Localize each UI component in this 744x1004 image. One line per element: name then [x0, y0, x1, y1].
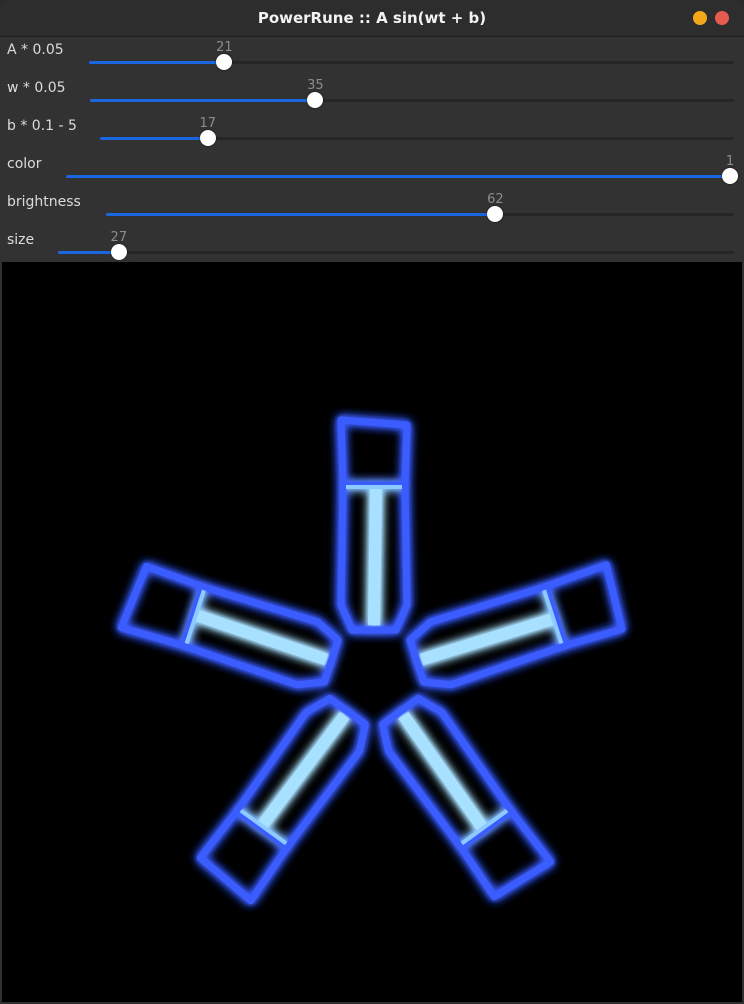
app-window: PowerRune :: A sin(wt + b) A * 0.05 21 w… — [0, 0, 744, 1004]
rune-blade-right — [407, 565, 627, 693]
slider-thumb[interactable] — [110, 244, 127, 260]
window-title: PowerRune :: A sin(wt + b) — [257, 9, 487, 27]
slider-value: 62 — [487, 192, 504, 207]
slider-row-brightness: brightness 62 — [0, 189, 744, 227]
slider-fill — [66, 175, 730, 178]
titlebar[interactable]: PowerRune :: A sin(wt + b) — [0, 0, 744, 37]
slider-thumb[interactable] — [199, 130, 216, 146]
rune-blade-left — [121, 565, 341, 693]
slider-value: 27 — [110, 230, 128, 245]
slider-row-color: color 1 — [0, 151, 744, 189]
minimize-button[interactable] — [693, 11, 707, 25]
slider-label: w * 0.05 — [7, 80, 66, 96]
slider-track[interactable]: 1 — [66, 154, 738, 184]
slider-row-amplitude: A * 0.05 21 — [0, 37, 744, 75]
slider-label: size — [7, 232, 35, 248]
slider-thumb[interactable] — [216, 54, 233, 70]
slider-label: brightness — [7, 194, 81, 210]
slider-panel: A * 0.05 21 w * 0.05 35 b * 0.1 - 5 17 c… — [0, 37, 744, 262]
slider-label: color — [7, 156, 42, 172]
rune-blade-bottom-left — [197, 692, 374, 901]
rune-blade-top — [341, 420, 407, 630]
slider-value: 1 — [725, 154, 735, 169]
close-button[interactable] — [715, 11, 729, 25]
rune-canvas[interactable] — [2, 262, 742, 1002]
power-rune-drawing — [2, 262, 742, 1002]
slider-track[interactable]: 17 — [100, 116, 734, 146]
slider-fill — [89, 61, 225, 64]
slider-track[interactable]: 27 — [58, 230, 734, 260]
slider-thumb[interactable] — [722, 168, 738, 184]
rune-blade-bottom-right — [374, 692, 551, 901]
slider-thumb[interactable] — [307, 92, 324, 108]
slider-fill — [90, 99, 316, 102]
slider-track[interactable]: 62 — [106, 192, 734, 222]
slider-row-size: size 27 — [0, 227, 744, 265]
slider-value: 17 — [199, 116, 217, 131]
slider-row-frequency: w * 0.05 35 — [0, 75, 744, 113]
slider-fill — [100, 137, 208, 140]
slider-label: A * 0.05 — [7, 42, 64, 58]
slider-fill — [106, 213, 496, 216]
slider-track[interactable]: 21 — [89, 40, 734, 70]
slider-label: b * 0.1 - 5 — [7, 118, 77, 134]
slider-value: 35 — [307, 78, 324, 93]
slider-track[interactable]: 35 — [90, 78, 734, 108]
slider-row-phase: b * 0.1 - 5 17 — [0, 113, 744, 151]
slider-fill — [58, 251, 119, 254]
slider-thumb[interactable] — [487, 206, 504, 222]
slider-value: 21 — [216, 40, 233, 55]
